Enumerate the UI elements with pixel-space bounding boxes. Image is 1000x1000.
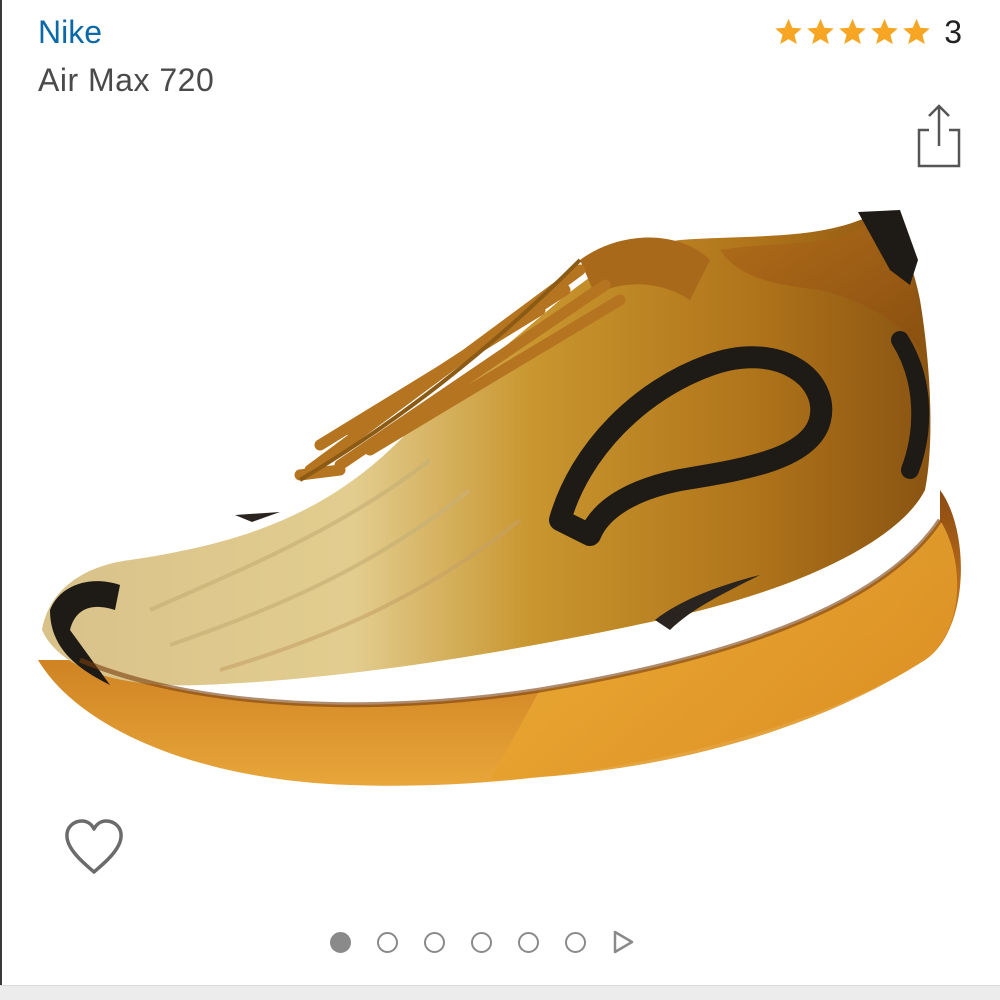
pager-dot[interactable] (424, 931, 445, 953)
star-icon (807, 18, 834, 45)
star-icon (839, 18, 866, 45)
pager-dot[interactable] (518, 931, 539, 953)
star-rating (773, 17, 932, 47)
play-icon[interactable] (612, 930, 634, 954)
bottom-bar (0, 985, 1000, 1000)
share-icon[interactable] (916, 100, 962, 168)
star-icon (775, 18, 802, 45)
star-icon (871, 18, 898, 45)
heart-outline-icon[interactable] (62, 816, 126, 878)
brand-link[interactable]: Nike (38, 14, 102, 51)
product-image[interactable] (20, 190, 980, 820)
rating-count: 3 (944, 13, 962, 50)
image-pager (330, 929, 634, 955)
product-title: Air Max 720 (38, 62, 215, 98)
rating-summary[interactable]: 3 (773, 14, 962, 50)
pager-dot[interactable] (377, 931, 398, 953)
pager-dot[interactable] (565, 931, 586, 953)
pager-dot[interactable] (471, 931, 492, 953)
pager-dot[interactable] (330, 931, 351, 953)
star-icon (903, 18, 930, 45)
screen-edge (0, 0, 2, 1000)
